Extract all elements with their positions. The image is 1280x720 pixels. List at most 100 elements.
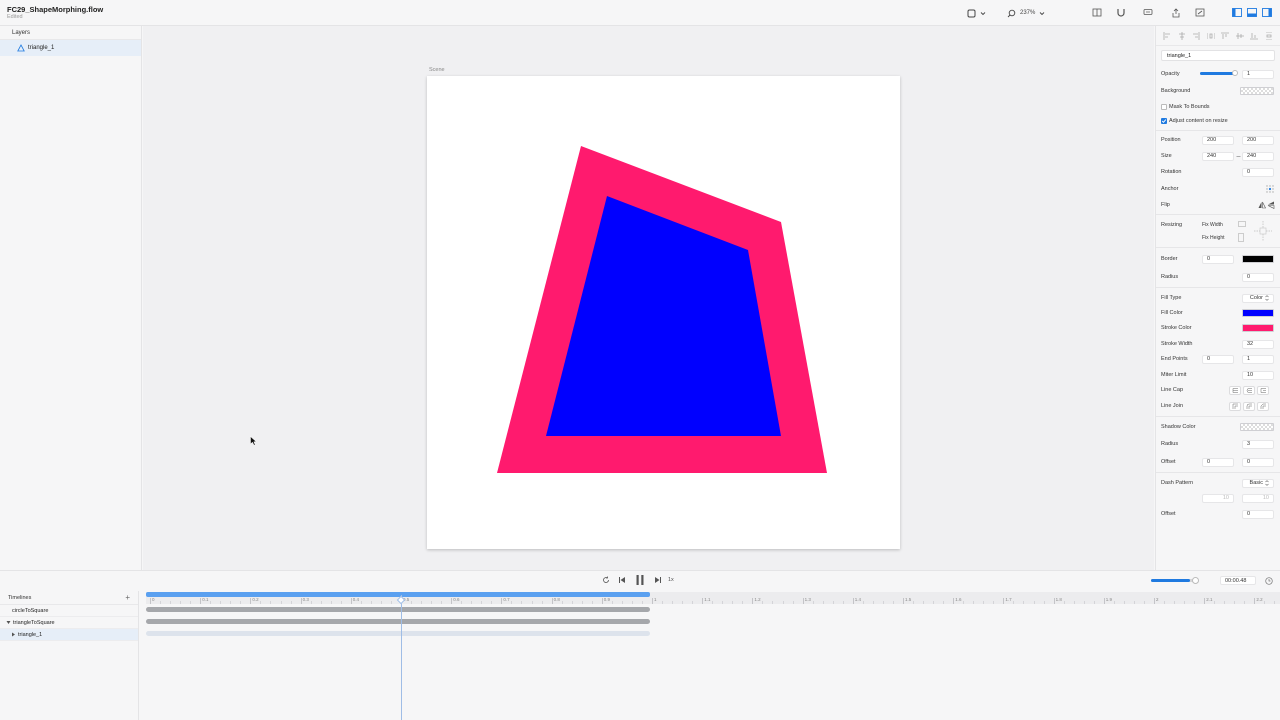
pause-icon[interactable] — [635, 574, 645, 586]
align-center-v-icon[interactable] — [1235, 32, 1244, 40]
size-width-field[interactable]: 240 — [1202, 151, 1234, 161]
magnet-button[interactable] — [1115, 7, 1127, 18]
stroke-width-field[interactable]: 32 — [1242, 339, 1274, 349]
resizing-constraints-icon[interactable] — [1253, 220, 1273, 242]
link-icon[interactable] — [1236, 154, 1241, 159]
zoom-menu[interactable]: 237% — [1007, 7, 1045, 19]
loop-icon[interactable] — [602, 576, 610, 584]
ruler-minor-tick — [411, 601, 413, 604]
distribute-h-icon[interactable] — [1206, 32, 1215, 40]
shadow-radius-field[interactable]: 3 — [1242, 439, 1274, 449]
line-join-miter-button[interactable] — [1229, 401, 1241, 411]
disclosure-open-icon[interactable] — [6, 620, 11, 625]
clock-icon[interactable] — [1265, 577, 1273, 585]
fix-height-toggle[interactable] — [1238, 233, 1244, 242]
layer-name-field[interactable]: triangle_1 — [1161, 50, 1275, 61]
dash-offset-field[interactable]: 0 — [1242, 509, 1274, 519]
border-color-swatch[interactable] — [1242, 255, 1274, 263]
timeline-track-bar[interactable] — [146, 607, 650, 612]
radius-field[interactable]: 0 — [1242, 272, 1274, 282]
playhead[interactable] — [401, 595, 402, 720]
disclosure-closed-icon[interactable] — [11, 632, 16, 637]
rotation-field[interactable]: 0 — [1242, 167, 1274, 177]
fill-color-swatch[interactable] — [1242, 309, 1274, 317]
ruler-minor-tick — [340, 601, 342, 604]
volume-slider-knob[interactable] — [1192, 577, 1199, 584]
layer-item-triangle[interactable]: triangle_1 — [0, 40, 141, 56]
adjust-content-checkbox[interactable] — [1161, 118, 1167, 124]
dash-gap-field[interactable]: 10 — [1242, 493, 1274, 503]
scene[interactable] — [427, 76, 900, 549]
align-right-icon[interactable] — [1192, 31, 1200, 40]
position-y-field[interactable]: 200 — [1242, 135, 1274, 145]
opacity-slider[interactable] — [1200, 70, 1238, 76]
line-join-round-button[interactable] — [1243, 401, 1255, 411]
toggle-bottom-panel-button[interactable] — [1246, 7, 1258, 18]
skip-forward-icon[interactable] — [654, 576, 662, 584]
ruler-minor-tick — [1093, 601, 1095, 604]
end-points-end-field[interactable]: 1 — [1242, 354, 1274, 364]
background-swatch[interactable] — [1240, 87, 1274, 95]
align-center-h-icon[interactable] — [1178, 31, 1186, 40]
miter-limit-field[interactable]: 10 — [1242, 370, 1274, 380]
anchor-grid-icon[interactable] — [1265, 184, 1275, 194]
size-height-field[interactable]: 240 — [1242, 151, 1274, 161]
timeline-track-triangle[interactable]: triangle_1 — [0, 629, 138, 641]
toggle-right-panel-button[interactable] — [1261, 7, 1273, 18]
canvas-area[interactable]: Scene — [143, 26, 1154, 570]
ruler-tick-label: 0.3 — [302, 597, 309, 602]
shadow-color-swatch[interactable] — [1240, 423, 1274, 431]
mask-to-bounds-checkbox[interactable] — [1161, 104, 1167, 110]
timeline-range-bar[interactable] — [146, 592, 650, 597]
add-timeline-icon[interactable]: + — [125, 594, 130, 602]
timeline-ruler[interactable]: 0 0.1 0.2 0.3 0.4 0.5 0.6 0.7 0.8 0.9 1 1.1 1.2 1.3 1.… — [146, 592, 1280, 604]
opacity-field[interactable]: 1 — [1242, 69, 1274, 79]
library-button[interactable] — [1091, 7, 1103, 18]
flip-horizontal-icon[interactable] — [1258, 201, 1266, 209]
timeline-item-triangle-to-square[interactable]: triangleToSquare — [0, 617, 138, 629]
line-cap-butt-button[interactable] — [1229, 385, 1241, 395]
ruler-minor-tick — [290, 601, 292, 604]
align-top-icon[interactable] — [1221, 32, 1230, 40]
timeline-track-bar[interactable] — [146, 631, 650, 636]
ruler-minor-tick — [471, 601, 473, 604]
position-x-field[interactable]: 200 — [1202, 135, 1234, 145]
border-width-field[interactable]: 0 — [1202, 254, 1234, 264]
fill-type-select[interactable]: Color — [1242, 293, 1274, 303]
align-bottom-icon[interactable] — [1250, 32, 1259, 40]
timeline-item-circle-to-square[interactable]: circleToSquare — [0, 605, 138, 617]
ruler-minor-tick — [1234, 601, 1236, 604]
shadow-offset-y-field[interactable]: 0 — [1242, 457, 1274, 467]
export-button[interactable] — [1194, 7, 1206, 18]
ruler-minor-tick — [712, 601, 714, 604]
line-join-bevel-button[interactable] — [1257, 401, 1269, 411]
ruler-minor-tick — [621, 601, 623, 604]
shadow-offset-x-field[interactable]: 0 — [1202, 457, 1234, 467]
end-points-start-field[interactable]: 0 — [1202, 354, 1234, 364]
playback-speed[interactable]: 1x — [668, 577, 674, 583]
ruler-minor-tick — [1194, 601, 1196, 604]
volume-slider[interactable] — [1151, 579, 1197, 582]
line-cap-round-button[interactable] — [1243, 385, 1255, 395]
share-button[interactable] — [1170, 7, 1182, 18]
dash-length-field[interactable]: 10 — [1202, 493, 1234, 503]
chevron-updown-icon — [1265, 295, 1269, 301]
stroke-color-swatch[interactable] — [1242, 324, 1274, 332]
comment-button[interactable] — [1142, 7, 1154, 18]
skip-back-icon[interactable] — [618, 576, 626, 584]
rectangle-icon — [967, 9, 976, 17]
line-cap-square-button[interactable] — [1257, 385, 1269, 395]
ruler-tick — [1103, 598, 1105, 604]
checkmark-icon — [1161, 119, 1167, 123]
dash-pattern-select[interactable]: Basic — [1242, 478, 1274, 488]
distribute-v-icon[interactable] — [1265, 31, 1273, 40]
toggle-left-panel-button[interactable] — [1231, 7, 1243, 18]
flip-vertical-icon[interactable] — [1267, 201, 1275, 209]
shape-tool-menu[interactable] — [967, 7, 986, 19]
ruler-tick-label: 1.8 — [1055, 597, 1062, 602]
align-left-icon[interactable] — [1163, 31, 1171, 40]
fix-width-toggle[interactable] — [1238, 221, 1246, 227]
opacity-slider-knob[interactable] — [1232, 70, 1238, 76]
current-time-field[interactable]: 00:00.48 — [1220, 576, 1256, 585]
timeline-track-bar[interactable] — [146, 619, 650, 624]
